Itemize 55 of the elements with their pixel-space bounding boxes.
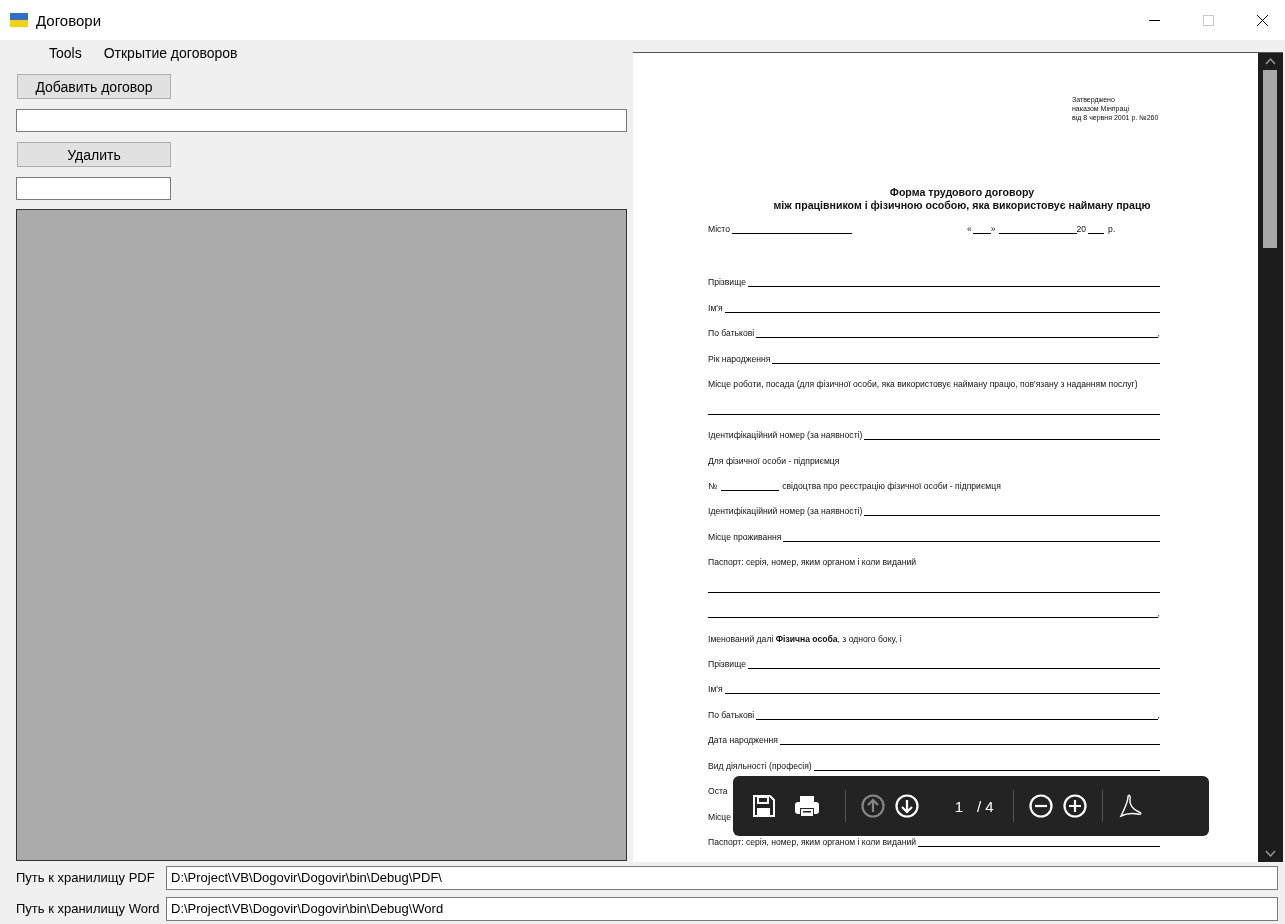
form-label: Рік народження [708,353,771,364]
scrollbar[interactable] [1258,53,1283,862]
window-title: Договори [36,11,102,29]
form-label: По батькові [708,328,755,339]
path-field[interactable]: D:\Project\VB\Dogovir\Dogovir\bin\Debug\PDF\ [166,865,1278,890]
print-icon[interactable] [794,794,820,818]
form-text: Іменований далі Фізична особа, з одного боку, і [708,633,902,644]
form-text: Місце [708,811,731,822]
form-label: Паспорт: серія, номер, яким органом і коли виданий [708,837,917,848]
form-label: Дата народження [708,735,778,746]
delete-button[interactable]: Удалить [17,142,171,167]
form-label: Ім'я [708,684,723,695]
form-text: Оста [708,786,728,797]
scroll-down-icon[interactable] [1265,849,1276,858]
form-label: Вид діяльності (професія) [708,760,812,771]
close-icon [1256,14,1268,26]
add-contract-button[interactable]: Добавить договор [17,74,171,99]
comma: , [1157,709,1160,720]
form-label: Ідентифікаційний номер (за наявності) [708,506,863,517]
flag-icon [10,13,28,27]
path-label: Путь к хранилищу Word [16,901,161,916]
year-prefix: 20 [1076,224,1087,234]
page-count: / 4 [977,797,994,815]
form-label: Ідентифікаційний номер (за наявності) [708,430,863,441]
text-field[interactable] [16,109,627,132]
form-text: Для фізичної особи - підприємця [708,455,840,466]
path-label: Путь к хранилищу PDF [16,870,156,885]
scroll-thumb[interactable] [1263,70,1277,248]
quote-mark: » [990,224,996,234]
path-field[interactable]: D:\Project\VB\Dogovir\Dogovir\bin\Debug\Word [166,896,1278,921]
menu-item[interactable]: Открытие договоров [92,45,249,61]
scroll-up-icon[interactable] [1265,57,1276,66]
zoom-in-icon[interactable] [1062,794,1087,818]
form-label: Місце проживання [708,531,782,542]
quote-mark: « [967,224,972,234]
zoom-out-icon[interactable] [1028,794,1053,818]
form-label: Ім'я [708,302,723,313]
menu-item[interactable]: Tools [38,45,93,61]
form-label: № [708,480,718,491]
form-label: По батькові [708,709,755,720]
form-text: свідоцтва про реєстрацію фізичної особи - підприємця [782,480,1001,491]
form-text: Паспорт: серія, номер, яким органом і коли виданий [708,557,917,568]
comma: , [1157,328,1160,339]
form-text: Місце роботи, посада (для фізичної особи, яка використовує найману працю, пов'язану з наданням послуг) [708,379,1138,390]
form-label: Прізвище [708,277,746,288]
next-page-icon[interactable] [895,794,919,818]
form-label: Прізвище [708,659,746,669]
save-icon[interactable] [752,795,776,817]
page-number-field[interactable]: 1 [947,797,971,815]
city-label: Місто [708,224,730,234]
text-field[interactable] [16,177,171,200]
document-subtitle: між працівником і фізичною особою, яка використовує найману працю [772,199,1152,212]
year-suffix: р. [1108,224,1116,234]
document-title: Форма трудового договору [888,186,1036,199]
comma: , [1157,608,1160,619]
